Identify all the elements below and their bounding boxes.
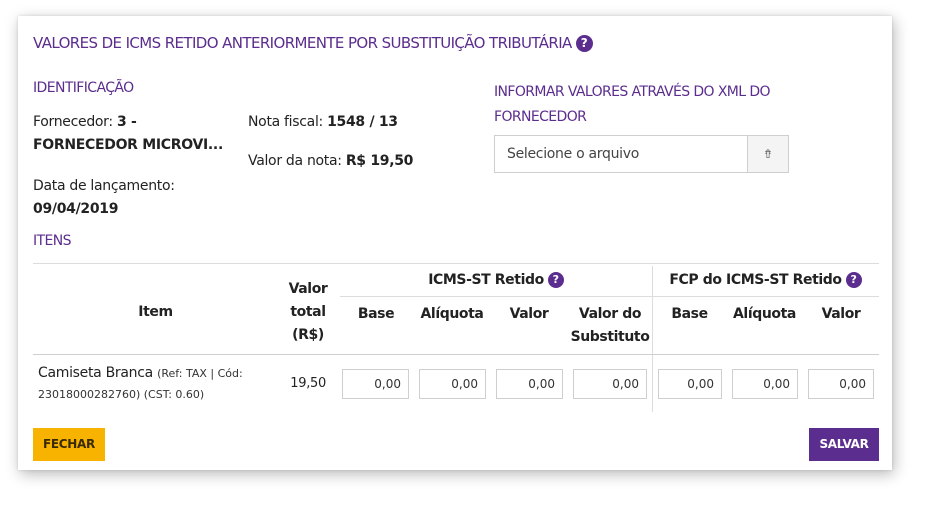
icms-substituto-input[interactable]: 0,00: [573, 369, 647, 399]
group-header-divider: [340, 296, 879, 297]
upload-icon[interactable]: ⇮: [747, 136, 788, 172]
icms-st-dialog: VALORES DE ICMS RETIDO ANTERIORMENTE POR…: [18, 16, 892, 470]
fcp-base-input[interactable]: 0,00: [658, 369, 722, 399]
icms-aliquota-input[interactable]: 0,00: [419, 369, 486, 399]
header-bottom-divider: [33, 354, 879, 355]
fcp-valor-input[interactable]: 0,00: [808, 369, 874, 399]
th-fcp-group: FCP do ICMS-ST Retido?: [652, 269, 879, 292]
xml-label-line2: FORNECEDOR: [494, 109, 587, 125]
date-value: 09/04/2019: [33, 201, 119, 217]
fcp-help-icon[interactable]: ?: [845, 272, 862, 288]
table-top-divider: [33, 263, 879, 264]
th-fcp-group-label: FCP do ICMS-ST Retido: [669, 272, 842, 288]
xml-file-input[interactable]: Selecione o arquivo ⇮: [494, 135, 789, 173]
xml-label: INFORMAR VALORES ATRAVÉS DO XML DO FORNE…: [494, 80, 771, 130]
amount-value: R$ 19,50: [345, 153, 414, 169]
group-vertical-divider: [652, 266, 653, 412]
th-icms-group: ICMS-ST Retido?: [340, 269, 652, 292]
supplier-value-line1: 3 -: [116, 114, 137, 130]
item-total: 19,50: [290, 376, 326, 391]
th-fcp-base: Base: [671, 306, 708, 322]
th-fcp-valor: Valor: [821, 306, 861, 322]
th-icms-substituto-line2: Substituto: [570, 329, 650, 345]
th-item: Item: [138, 304, 173, 320]
file-placeholder[interactable]: Selecione o arquivo: [495, 136, 747, 172]
date-field: Data de lançamento: 09/04/2019: [33, 175, 175, 221]
date-label: Data de lançamento:: [33, 178, 175, 194]
icms-base-input[interactable]: 0,00: [342, 369, 409, 399]
close-button[interactable]: FECHAR: [33, 428, 105, 461]
fcp-aliquota-input[interactable]: 0,00: [732, 369, 798, 399]
icms-valor-input[interactable]: 0,00: [496, 369, 563, 399]
save-button[interactable]: SALVAR: [809, 428, 879, 461]
th-total: Valor total (R$): [276, 278, 340, 347]
dialog-title-text: VALORES DE ICMS RETIDO ANTERIORMENTE POR…: [33, 34, 572, 52]
help-icon[interactable]: ?: [575, 35, 593, 52]
identification-label: IDENTIFICAÇÃO: [33, 80, 134, 96]
xml-label-line1: INFORMAR VALORES ATRAVÉS DO XML DO: [494, 84, 771, 100]
invoice-value: 1548 / 13: [327, 114, 398, 130]
th-total-line3: (R$): [292, 327, 324, 343]
invoice-field: Nota fiscal: 1548 / 13: [248, 111, 398, 134]
icms-help-icon[interactable]: ?: [547, 272, 564, 288]
supplier-label: Fornecedor:: [33, 114, 113, 130]
dialog-title: VALORES DE ICMS RETIDO ANTERIORMENTE POR…: [33, 34, 593, 52]
amount-label: Valor da nota:: [248, 153, 342, 169]
table-row-item: Camiseta Branca (Ref: TAX | Cód: 2301800…: [38, 363, 253, 405]
item-name: Camiseta Branca: [38, 365, 153, 381]
invoice-label: Nota fiscal:: [248, 114, 323, 130]
amount-field: Valor da nota: R$ 19,50: [248, 150, 413, 173]
th-icms-aliquota: Alíquota: [420, 306, 484, 322]
th-icms-group-label: ICMS-ST Retido: [428, 272, 544, 288]
th-icms-valor: Valor: [509, 306, 549, 322]
th-total-line2: total: [290, 304, 326, 320]
th-icms-substituto: Valor do Substituto: [569, 303, 651, 349]
th-fcp-aliquota: Alíquota: [733, 306, 796, 322]
item-ref-line1: (Ref: TAX | Cód:: [157, 367, 243, 380]
th-icms-base: Base: [357, 306, 395, 322]
items-label: ITENS: [33, 233, 71, 249]
supplier-field: Fornecedor: 3 - FORNECEDOR MICROVI...: [33, 111, 233, 157]
th-total-line1: Valor: [288, 281, 328, 297]
supplier-value-line2: FORNECEDOR MICROVI...: [33, 137, 223, 153]
item-ref-line2: 23018000282760) (CST: 0.60): [38, 388, 205, 401]
th-icms-substituto-line1: Valor do: [578, 306, 642, 322]
